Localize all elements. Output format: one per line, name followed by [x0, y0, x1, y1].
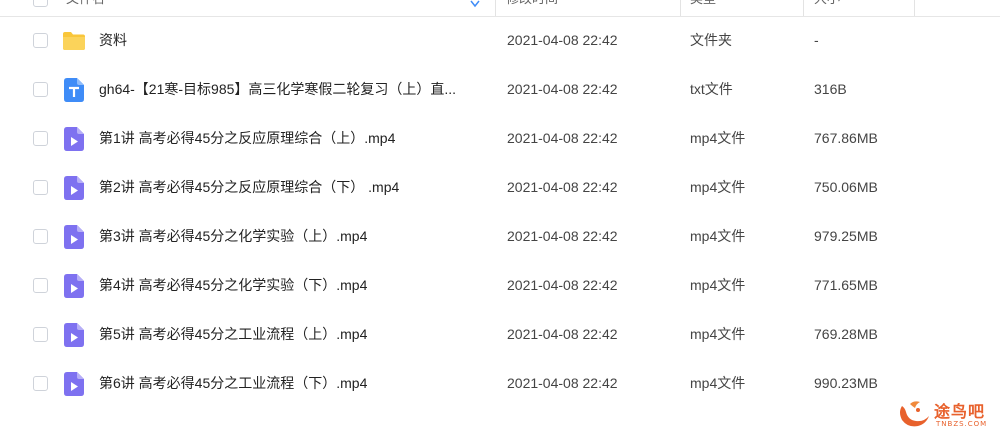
file-size: 316B	[814, 81, 847, 97]
file-size: 769.28MB	[814, 326, 878, 342]
column-divider	[914, 0, 915, 16]
file-type: mp4文件	[690, 179, 746, 195]
video-file-icon	[64, 323, 84, 347]
row-checkbox[interactable]	[33, 180, 48, 195]
file-type: mp4文件	[690, 228, 746, 244]
file-type: mp4文件	[690, 277, 746, 293]
column-header-time[interactable]: 修改时间	[506, 0, 558, 16]
column-header-type[interactable]: 类型	[690, 0, 716, 16]
file-type: txt文件	[690, 81, 733, 97]
bird-logo-icon	[900, 401, 929, 427]
row-checkbox[interactable]	[33, 82, 48, 97]
folder-icon	[63, 32, 85, 50]
watermark-text: 途鸟吧	[934, 402, 986, 421]
file-name[interactable]: 第4讲 高考必得45分之化学实验（下）.mp4	[99, 276, 367, 294]
file-row[interactable]: 第6讲 高考必得45分之工业流程（下）.mp4 2021-04-08 22:42…	[0, 360, 1000, 409]
file-list-header: 文件名 修改时间 类型 大小	[0, 0, 1000, 17]
file-size: -	[814, 32, 819, 48]
column-header-size[interactable]: 大小	[814, 0, 840, 16]
video-file-icon	[64, 274, 84, 298]
video-file-icon	[64, 225, 84, 249]
file-modified-time: 2021-04-08 22:42	[507, 228, 618, 244]
column-divider	[680, 0, 681, 16]
file-modified-time: 2021-04-08 22:42	[507, 130, 618, 146]
file-modified-time: 2021-04-08 22:42	[507, 179, 618, 195]
column-divider	[495, 0, 496, 16]
column-divider	[803, 0, 804, 16]
column-header-name[interactable]: 文件名	[66, 0, 105, 16]
file-type: mp4文件	[690, 130, 746, 146]
sort-arrow-icon[interactable]	[470, 0, 480, 8]
file-type: 文件夹	[690, 32, 732, 48]
file-size: 979.25MB	[814, 228, 878, 244]
file-name[interactable]: 第1讲 高考必得45分之反应原理综合（上）.mp4	[99, 129, 395, 147]
file-row[interactable]: 第1讲 高考必得45分之反应原理综合（上）.mp4 2021-04-08 22:…	[0, 115, 1000, 164]
file-row[interactable]: 第5讲 高考必得45分之工业流程（上）.mp4 2021-04-08 22:42…	[0, 311, 1000, 360]
file-row[interactable]: 第2讲 高考必得45分之反应原理综合（下） .mp4 2021-04-08 22…	[0, 164, 1000, 213]
file-name[interactable]: 第5讲 高考必得45分之工业流程（上）.mp4	[99, 325, 367, 343]
file-name[interactable]: 第6讲 高考必得45分之工业流程（下）.mp4	[99, 374, 367, 392]
file-row[interactable]: 资料 2021-04-08 22:42 文件夹 -	[0, 17, 1000, 66]
video-file-icon	[64, 176, 84, 200]
file-row[interactable]: 第3讲 高考必得45分之化学实验（上）.mp4 2021-04-08 22:42…	[0, 213, 1000, 262]
file-name[interactable]: 资料	[99, 31, 127, 49]
txt-file-icon	[64, 78, 84, 102]
row-checkbox[interactable]	[33, 278, 48, 293]
file-modified-time: 2021-04-08 22:42	[507, 32, 618, 48]
file-size: 771.65MB	[814, 277, 878, 293]
video-file-icon	[64, 372, 84, 396]
row-checkbox[interactable]	[33, 376, 48, 391]
watermark-logo: 途鸟吧 TNBZS.COM	[896, 396, 996, 434]
file-type: mp4文件	[690, 326, 746, 342]
file-size: 767.86MB	[814, 130, 878, 146]
file-modified-time: 2021-04-08 22:42	[507, 81, 618, 97]
row-checkbox[interactable]	[33, 131, 48, 146]
file-modified-time: 2021-04-08 22:42	[507, 277, 618, 293]
file-size: 750.06MB	[814, 179, 878, 195]
select-all-checkbox[interactable]	[33, 0, 48, 7]
file-row[interactable]: 第4讲 高考必得45分之化学实验（下）.mp4 2021-04-08 22:42…	[0, 262, 1000, 311]
row-checkbox[interactable]	[33, 33, 48, 48]
file-name[interactable]: 第2讲 高考必得45分之反应原理综合（下） .mp4	[99, 178, 399, 196]
video-file-icon	[64, 127, 84, 151]
row-checkbox[interactable]	[33, 327, 48, 342]
file-row[interactable]: gh64-【21寒-目标985】高三化学寒假二轮复习（上）直... 2021-0…	[0, 66, 1000, 115]
file-name[interactable]: gh64-【21寒-目标985】高三化学寒假二轮复习（上）直...	[99, 80, 456, 98]
row-checkbox[interactable]	[33, 229, 48, 244]
file-size: 990.23MB	[814, 375, 878, 391]
file-modified-time: 2021-04-08 22:42	[507, 326, 618, 342]
file-modified-time: 2021-04-08 22:42	[507, 375, 618, 391]
watermark-subtext: TNBZS.COM	[936, 420, 988, 428]
file-name[interactable]: 第3讲 高考必得45分之化学实验（上）.mp4	[99, 227, 367, 245]
file-type: mp4文件	[690, 375, 746, 391]
